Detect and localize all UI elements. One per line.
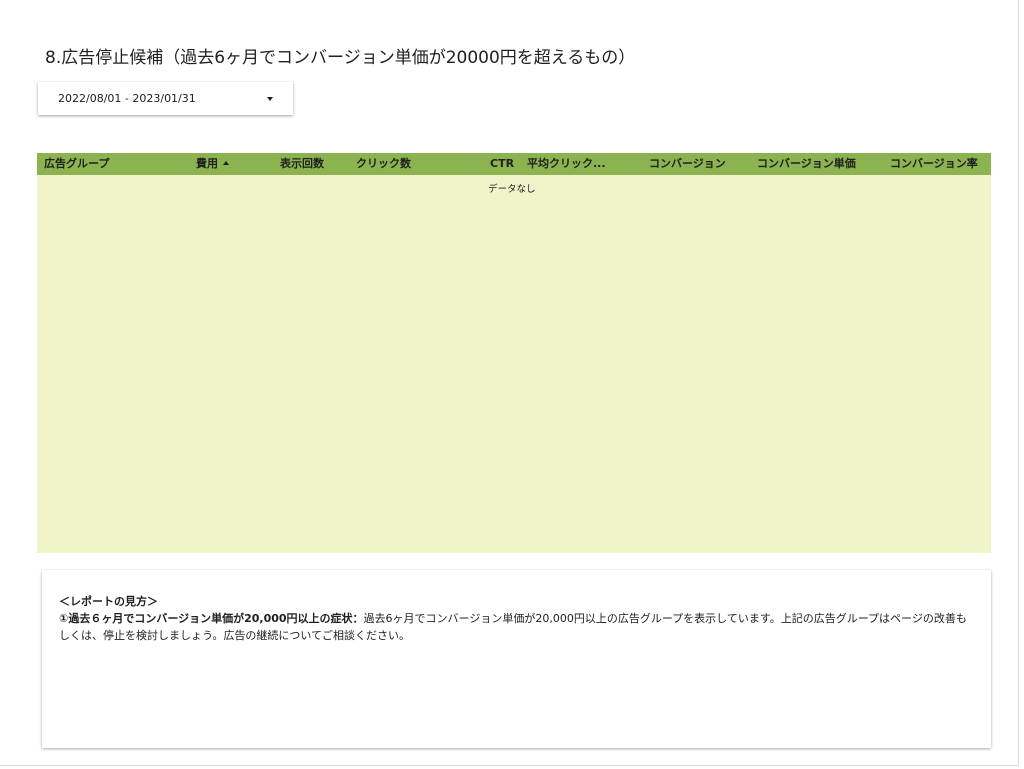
date-range-value: 2022/08/01 - 2023/01/31 [58,92,196,105]
sort-ascending-icon [223,161,229,165]
page-title: 8.広告停止候補（過去6ヶ月でコンバージョン単価が20000円を超えるもの） [45,48,636,68]
table-header: 広告グループ 費用 表示回数 クリック数 CTR 平均クリック... コンバージ… [37,153,991,175]
column-header-conversions[interactable]: コンバージョン [649,157,726,171]
column-header-impressions[interactable]: 表示回数 [280,157,324,171]
report-page: 8.広告停止候補（過去6ヶ月でコンバージョン単価が20000円を超えるもの） 2… [0,0,1019,766]
column-header-ad-group[interactable]: 広告グループ [44,157,109,171]
column-header-cost-per-conversion[interactable]: コンバージョン単価 [757,157,856,171]
date-range-picker[interactable]: 2022/08/01 - 2023/01/31 [38,82,293,115]
guide-body: ①過去６ヶ月でコンバージョン単価が20,000円以上の症状：過去6ヶ月でコンバー… [59,610,974,644]
column-header-cost[interactable]: 費用 [196,157,229,171]
column-header-conversion-rate[interactable]: コンバージョン率 [890,157,978,171]
guide-item-lead: ①過去６ヶ月でコンバージョン単価が20,000円以上の症状： [59,612,364,625]
arrow-drop-down-icon [267,97,273,101]
column-header-ctr[interactable]: CTR [490,157,514,171]
ad-group-table: 広告グループ 費用 表示回数 クリック数 CTR 平均クリック... コンバージ… [37,153,991,553]
column-header-avg-cpc[interactable]: 平均クリック... [527,157,606,171]
report-guide-panel: ＜レポートの見方＞ ①過去６ヶ月でコンバージョン単価が20,000円以上の症状：… [42,570,991,748]
column-header-clicks[interactable]: クリック数 [356,157,411,171]
guide-heading: ＜レポートの見方＞ [59,595,158,608]
empty-table-message: データなし [488,184,536,195]
